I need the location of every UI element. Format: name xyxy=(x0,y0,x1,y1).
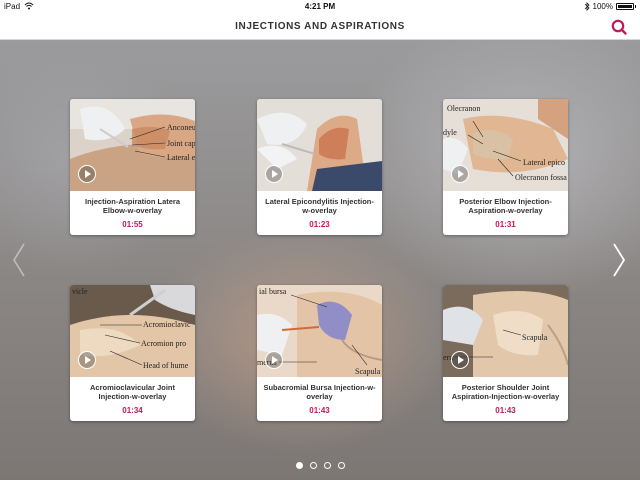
nav-bar: INJECTIONS AND ASPIRATIONS xyxy=(0,14,640,40)
page-dot[interactable] xyxy=(337,462,345,469)
chevron-left-icon xyxy=(13,243,25,277)
page-dot[interactable] xyxy=(295,462,303,469)
anatomy-label: Olecranon fossa xyxy=(515,173,567,182)
status-bar: iPad 4:21 PM 100% xyxy=(0,0,640,14)
anatomy-label: Acromioclavic xyxy=(143,320,191,329)
video-duration: 01:43 xyxy=(309,406,330,415)
battery-percent: 100% xyxy=(592,2,613,11)
video-duration: 01:31 xyxy=(495,220,516,229)
video-card[interactable]: Anconeu Joint cap Lateral e Injection-As… xyxy=(70,99,195,235)
video-thumbnail xyxy=(257,99,382,191)
play-icon[interactable] xyxy=(78,351,96,369)
video-title: Posterior Elbow Injection-Aspiration-w-o… xyxy=(459,197,552,215)
video-thumbnail: Scapula eru xyxy=(443,285,568,377)
anatomy-label: Scapula xyxy=(522,333,548,342)
battery-tip xyxy=(635,5,636,8)
anatomy-label: ial bursa xyxy=(259,287,287,296)
page-indicator xyxy=(0,462,640,469)
video-duration: 01:55 xyxy=(122,220,143,229)
previous-page-button[interactable] xyxy=(12,243,26,277)
status-right: 100% xyxy=(584,2,636,11)
video-card[interactable]: Olecranon dyle Lateral epico Olecranon f… xyxy=(443,99,568,235)
page-dot[interactable] xyxy=(323,462,331,469)
video-card[interactable]: vicle Acromioclavic Acromion pro Head of… xyxy=(70,285,195,421)
video-card[interactable]: ial bursa Scapula merus Subacromial Burs… xyxy=(257,285,382,421)
anatomy-label: Olecranon xyxy=(447,104,480,113)
search-button[interactable] xyxy=(610,18,628,36)
video-title: Acromioclavicular Joint Injection-w-over… xyxy=(89,383,176,401)
video-title: Injection-Aspiration Latera Elbow-w-over… xyxy=(84,197,180,215)
video-card[interactable]: Lateral Epicondylitis Injection-w-overla… xyxy=(257,99,382,235)
play-icon[interactable] xyxy=(78,165,96,183)
video-thumbnail: ial bursa Scapula merus xyxy=(257,285,382,377)
page-title: INJECTIONS AND ASPIRATIONS xyxy=(235,21,405,32)
anatomy-label: Head of hume xyxy=(143,361,189,370)
anatomy-label: dyle xyxy=(443,128,457,137)
video-thumbnail: vicle Acromioclavic Acromion pro Head of… xyxy=(70,285,195,377)
search-icon xyxy=(611,19,627,35)
video-title: Posterior Shoulder Joint Aspiration-Inje… xyxy=(451,383,560,401)
page-dot[interactable] xyxy=(309,462,317,469)
video-title: Lateral Epicondylitis Injection-w-overla… xyxy=(265,197,374,215)
video-thumbnail: Olecranon dyle Lateral epico Olecranon f… xyxy=(443,99,568,191)
video-title: Subacromial Bursa Injection-w-overlay xyxy=(263,383,376,401)
anatomy-label: vicle xyxy=(72,287,88,296)
play-icon[interactable] xyxy=(451,165,469,183)
anatomy-label: Lateral e xyxy=(167,153,195,162)
anatomy-label: Scapula xyxy=(355,367,381,376)
video-duration: 01:43 xyxy=(495,406,516,415)
next-page-button[interactable] xyxy=(612,243,626,277)
anatomy-label: Acromion pro xyxy=(141,339,186,348)
bluetooth-icon xyxy=(584,2,590,11)
chevron-right-icon xyxy=(613,243,626,277)
video-duration: 01:34 xyxy=(122,406,143,415)
anatomy-label: Lateral epico xyxy=(523,158,565,167)
play-icon[interactable] xyxy=(265,351,283,369)
play-icon[interactable] xyxy=(265,165,283,183)
video-card[interactable]: Scapula eru Posterior Shoulder Joint Asp… xyxy=(443,285,568,421)
anatomy-label: Anconeu xyxy=(167,123,195,132)
clock: 4:21 PM xyxy=(304,2,336,11)
video-duration: 01:23 xyxy=(309,220,330,229)
video-thumbnail: Anconeu Joint cap Lateral e xyxy=(70,99,195,191)
anatomy-label: Joint cap xyxy=(167,139,195,148)
play-icon[interactable] xyxy=(451,351,469,369)
battery-icon xyxy=(616,3,634,10)
